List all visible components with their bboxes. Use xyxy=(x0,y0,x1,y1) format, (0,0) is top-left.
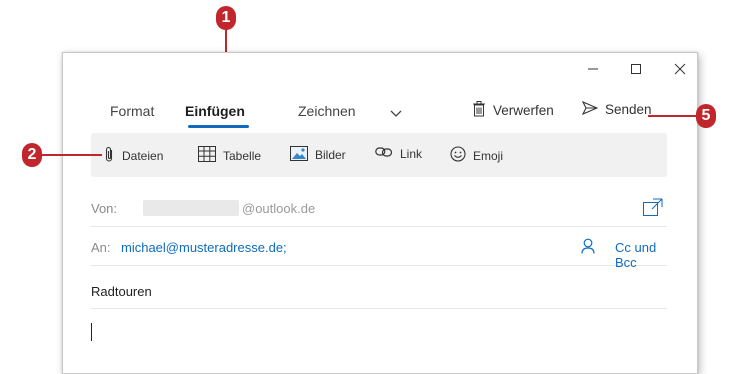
files-label: Dateien xyxy=(122,149,164,163)
insert-toolbar: Dateien Tabelle Bilder Link Emoji xyxy=(91,133,667,177)
tab-insert[interactable]: Einfügen xyxy=(185,103,245,119)
send-icon xyxy=(581,100,599,118)
to-label: An: xyxy=(91,240,111,255)
callout-line-5 xyxy=(648,115,696,117)
cc-bcc-button[interactable]: Cc und Bcc xyxy=(615,240,667,270)
from-field[interactable]: Von: @outlook.de xyxy=(91,188,667,227)
from-label: Von: xyxy=(91,201,118,216)
recipient-address[interactable]: michael@musteradresse.de; xyxy=(121,240,287,255)
callout-badge-5: 5 xyxy=(696,104,716,128)
send-label: Senden xyxy=(605,102,652,117)
more-tabs-chevron-icon[interactable] xyxy=(390,106,402,124)
attach-files-button[interactable]: Dateien xyxy=(103,146,163,166)
link-label: Link xyxy=(400,146,423,161)
emoji-icon xyxy=(450,146,466,165)
paperclip-icon xyxy=(103,146,115,166)
discard-label: Verwerfen xyxy=(493,103,554,118)
callout-line-2 xyxy=(42,154,102,156)
callout-badge-1: 1 xyxy=(216,6,236,30)
minimize-icon xyxy=(588,68,598,70)
maximize-button[interactable] xyxy=(616,57,656,81)
table-icon xyxy=(198,146,216,165)
redacted-sender-name xyxy=(143,200,239,216)
tab-draw[interactable]: Zeichnen xyxy=(298,103,356,119)
minimize-button[interactable] xyxy=(573,57,613,81)
subject-text: Radtouren xyxy=(91,284,152,299)
table-label: Tabelle xyxy=(223,148,262,163)
active-tab-indicator xyxy=(188,125,249,128)
tab-format[interactable]: Format xyxy=(110,103,154,119)
from-domain: @outlook.de xyxy=(242,201,316,216)
images-label: Bilder xyxy=(315,148,346,162)
discard-button[interactable]: Verwerfen xyxy=(472,101,554,120)
send-button[interactable]: Senden xyxy=(581,100,652,118)
compose-window: Format Einfügen Zeichnen Verwerfen Sende… xyxy=(62,52,698,374)
maximize-icon xyxy=(631,64,641,74)
insert-link-button[interactable]: Link xyxy=(375,146,422,161)
person-icon[interactable] xyxy=(581,238,595,257)
subject-field[interactable]: Radtouren xyxy=(91,270,667,309)
ribbon-tabs: Format Einfügen Zeichnen Verwerfen Sende… xyxy=(63,97,697,128)
close-icon xyxy=(674,63,686,75)
pop-out-icon[interactable] xyxy=(643,198,663,219)
emoji-label: Emoji xyxy=(473,148,504,163)
close-button[interactable] xyxy=(660,57,700,81)
image-icon xyxy=(290,146,308,164)
link-icon xyxy=(375,146,393,161)
insert-emoji-button[interactable]: Emoji xyxy=(450,146,503,165)
callout-badge-2: 2 xyxy=(22,143,42,167)
insert-images-button[interactable]: Bilder xyxy=(290,146,346,164)
body-text-cursor[interactable] xyxy=(91,323,92,341)
to-field[interactable]: An: michael@musteradresse.de; Cc und Bcc xyxy=(91,227,667,270)
insert-table-button[interactable]: Tabelle xyxy=(198,146,261,165)
trash-icon xyxy=(472,101,486,120)
